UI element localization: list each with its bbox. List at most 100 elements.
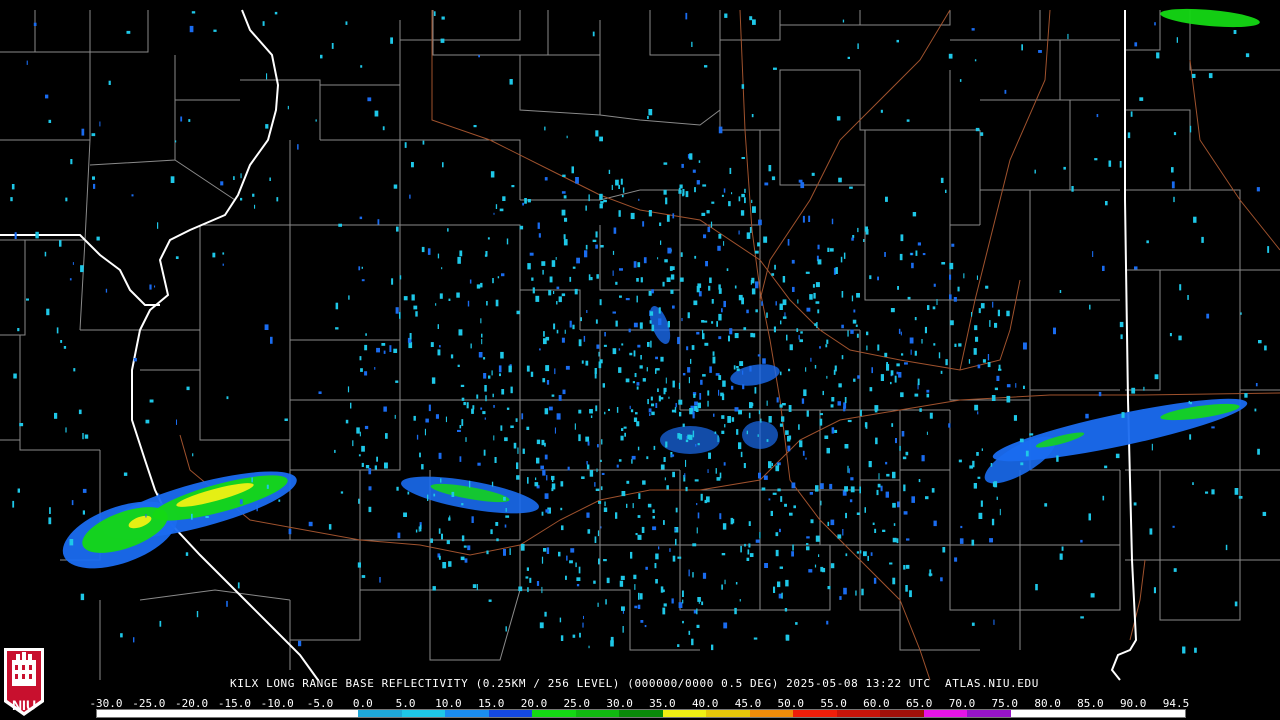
echo-speckle (191, 11, 196, 14)
echo-speckle (175, 256, 179, 259)
echo-speckle (971, 539, 975, 546)
echo-speckle (403, 512, 407, 517)
echo-speckle (407, 491, 410, 495)
echo-speckle (439, 293, 443, 299)
echo-speckle (535, 477, 537, 481)
echo-speckle (749, 16, 753, 21)
echo-speckle (595, 231, 598, 238)
echo-speckle (59, 240, 62, 247)
echo-speckle (149, 284, 152, 290)
echo-speckle (718, 336, 722, 340)
echo-speckle (712, 356, 716, 364)
echo-speckle (45, 94, 49, 99)
echo-speckle (376, 456, 378, 462)
echo-speckle (831, 427, 835, 434)
echo-speckle (393, 348, 398, 353)
echo-speckle (636, 386, 639, 390)
echo-speckle (595, 488, 600, 491)
echo-speckle (608, 169, 611, 174)
echo-speckle (600, 245, 604, 248)
echo-speckle (980, 500, 983, 507)
echo-speckle (779, 528, 781, 533)
echo-speckle (556, 286, 560, 290)
echo-speckle (775, 549, 779, 557)
echo-speckle (660, 356, 664, 362)
echo-speckle (81, 128, 85, 136)
echo-speckle (420, 524, 422, 532)
echo-speckle (685, 486, 688, 492)
echo-speckle (464, 558, 468, 563)
echo-speckle (648, 290, 652, 296)
echo-speckle (662, 607, 666, 615)
echo-speckle (740, 545, 742, 553)
echo-speckle (994, 322, 998, 328)
echo-speckle (743, 327, 747, 331)
echo-speckle (690, 358, 692, 364)
echo-speckle (619, 580, 624, 587)
echo-speckle (220, 181, 224, 186)
echo-speckle (567, 466, 570, 471)
echo-speckle (374, 465, 377, 470)
echo-speckle (751, 199, 753, 203)
echo-speckle (922, 253, 926, 256)
echo-speckle (646, 367, 648, 372)
echo-speckle (898, 372, 902, 378)
echo-speckle (435, 303, 437, 306)
echo-speckle (711, 201, 715, 204)
echo-speckle (866, 345, 868, 351)
echo-speckle (914, 393, 919, 397)
echo-speckle (974, 59, 977, 62)
echo-speckle (585, 205, 587, 211)
echo-speckle (892, 577, 896, 585)
echo-cell (742, 421, 778, 449)
echo-speckle (638, 493, 641, 499)
echo-speckle (660, 586, 664, 593)
echo-speckle (12, 500, 15, 508)
echo-speckle (864, 422, 868, 428)
echo-speckle (878, 473, 880, 480)
echo-speckle (618, 184, 620, 189)
echo-speckle (693, 300, 698, 306)
echo-speckle (318, 391, 322, 394)
echo-speckle (771, 273, 775, 276)
echo-speckle (652, 509, 655, 513)
echo-speckle (1127, 132, 1131, 139)
echo-speckle (631, 459, 633, 464)
echo-speckle (896, 39, 899, 43)
echo-speckle (356, 427, 360, 434)
echo-speckle (1063, 166, 1066, 170)
echo-speckle (551, 394, 555, 397)
echo-speckle (604, 501, 606, 507)
colorbar-segment (575, 710, 620, 717)
echo-speckle (505, 508, 507, 512)
echo-speckle (711, 299, 714, 304)
echo-speckle (721, 430, 725, 434)
echo-speckle (513, 442, 517, 449)
echo-speckle (603, 344, 607, 347)
echo-speckle (1115, 453, 1120, 459)
echo-speckle (850, 486, 855, 493)
echo-speckle (558, 296, 562, 303)
echo-speckle (771, 463, 773, 466)
echo-speckle (17, 488, 20, 493)
echo-speckle (82, 433, 84, 440)
echo-speckle (556, 413, 561, 420)
echo-cell (660, 426, 720, 454)
echo-speckle (880, 485, 883, 492)
echo-speckle (779, 303, 783, 310)
echo-speckle (358, 454, 361, 457)
echo-speckle (940, 177, 944, 183)
echo-speckle (665, 441, 668, 448)
echo-speckle (993, 619, 995, 625)
echo-speckle (476, 284, 481, 289)
echo-speckle (1102, 265, 1105, 271)
echo-speckle (465, 437, 467, 442)
echo-speckle (451, 491, 455, 497)
echo-speckle (529, 577, 532, 583)
echo-speckle (483, 449, 486, 456)
echo-speckle (637, 534, 642, 540)
echo-speckle (910, 253, 913, 256)
echo-speckle (521, 413, 524, 420)
echo-speckle (274, 11, 278, 15)
echo-speckle (719, 472, 722, 479)
